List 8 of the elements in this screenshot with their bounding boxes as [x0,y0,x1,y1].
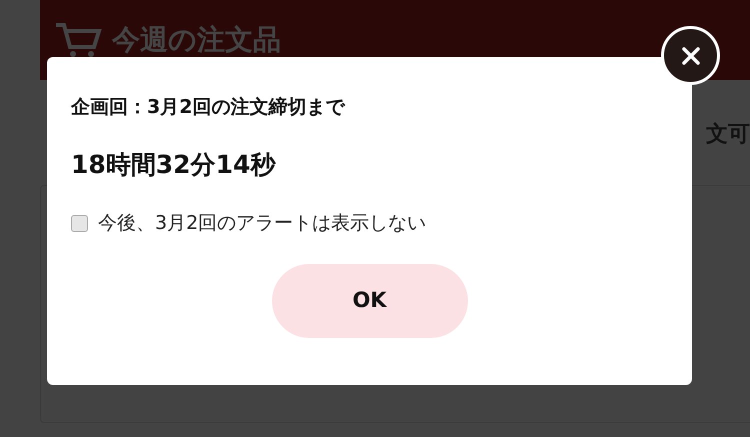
checkbox[interactable] [71,214,88,232]
ok-button[interactable]: OK [272,264,468,338]
close-icon [680,46,700,66]
checkbox-label: 今後、3月2回のアラートは表示しない [98,211,426,236]
countdown: 18時間32分14秒 [71,148,277,180]
page-title: 今週の注文品 [112,22,281,58]
cart-icon [54,21,102,59]
dialog-heading: 企画回：3月2回の注文締切まで [71,95,346,120]
